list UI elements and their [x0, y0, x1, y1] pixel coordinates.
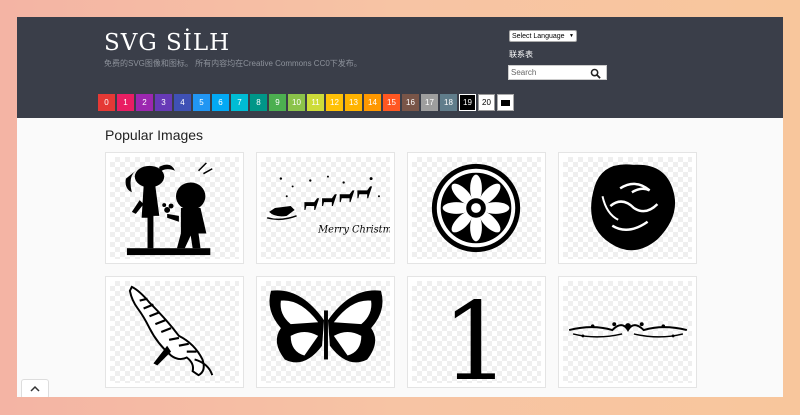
rose-icon	[591, 164, 676, 251]
image-card-butterfly[interactable]	[256, 276, 395, 388]
color-filter-label: 18	[444, 98, 453, 107]
image-thumbnail: Merry Christmas	[261, 157, 390, 259]
color-filter-20[interactable]: 20	[478, 94, 495, 111]
language-select-label: Select Language	[512, 32, 565, 40]
image-thumbnail	[563, 157, 692, 259]
image-thumbnail	[563, 281, 692, 383]
image-card-number-one[interactable]: 1	[407, 276, 546, 388]
color-filter-label: 0	[104, 98, 109, 107]
color-filter-label: 19	[463, 98, 472, 107]
search-input[interactable]	[511, 67, 587, 78]
section-title: Popular Images	[105, 127, 204, 143]
color-filter-2[interactable]: 2	[136, 94, 153, 111]
color-filter-0[interactable]: 0	[98, 94, 115, 111]
color-filter-6[interactable]: 6	[212, 94, 229, 111]
number-icon: 1	[442, 281, 511, 383]
color-filter-label: 6	[218, 98, 223, 107]
image-thumbnail	[110, 157, 239, 259]
color-filter-label: 14	[368, 98, 377, 107]
image-grid: Merry Christmas	[105, 152, 697, 388]
site-tagline: 免费的SVG图像和图标。 所有内容均在Creative Commons CC0下…	[104, 59, 362, 68]
color-filter-label: 1	[123, 98, 128, 107]
color-filter-12[interactable]: 12	[326, 94, 343, 111]
color-filter-label: 13	[349, 98, 358, 107]
color-filter-label: 16	[406, 98, 415, 107]
couple-icon	[125, 162, 213, 256]
chevron-up-icon	[30, 385, 40, 392]
language-select[interactable]: Select Language ▼	[509, 30, 577, 42]
color-filter-1[interactable]: 1	[117, 94, 134, 111]
color-filter-15[interactable]: 15	[383, 94, 400, 111]
color-filter-label: 12	[330, 98, 339, 107]
image-thumbnail	[261, 281, 390, 383]
image-thumbnail	[110, 281, 239, 383]
color-filter-14[interactable]: 14	[364, 94, 381, 111]
site-header: SVG SİLH 免费的SVG图像和图标。 所有内容均在Creative Com…	[17, 17, 783, 118]
image-thumbnail: 1	[412, 281, 541, 383]
butterfly-icon	[269, 290, 383, 363]
image-card-kids-silhouette[interactable]	[105, 152, 244, 264]
flourish-icon	[568, 322, 688, 338]
color-filter-bar: 0 1 2 3 4 5 6 7 8 9 10 11 12 13 14 15 16…	[98, 94, 514, 111]
image-card-flourish-divider[interactable]	[558, 276, 697, 388]
color-filter-13[interactable]: 13	[345, 94, 362, 111]
color-filter-label: 11	[311, 98, 320, 107]
merry-christmas-caption: Merry Christmas	[317, 225, 390, 236]
color-filter-17[interactable]: 17	[421, 94, 438, 111]
image-card-mandala[interactable]	[407, 152, 546, 264]
image-icon	[501, 99, 510, 106]
color-filter-label: 20	[482, 98, 491, 107]
color-filter-7[interactable]: 7	[231, 94, 248, 111]
color-filter-label: 10	[292, 98, 301, 107]
color-filter-label: 8	[256, 98, 261, 107]
image-filter-button[interactable]	[497, 94, 514, 111]
tiger-icon	[128, 285, 214, 377]
color-filter-label: 15	[387, 98, 396, 107]
color-filter-16[interactable]: 16	[402, 94, 419, 111]
color-filter-label: 5	[199, 98, 204, 107]
color-filter-4[interactable]: 4	[174, 94, 191, 111]
browser-page: SVG SİLH 免费的SVG图像和图标。 所有内容均在Creative Com…	[17, 17, 783, 397]
color-filter-label: 9	[275, 98, 280, 107]
scroll-to-top-button[interactable]	[21, 379, 49, 397]
color-filter-19[interactable]: 19	[459, 94, 476, 111]
image-card-tiger[interactable]	[105, 276, 244, 388]
search-icon[interactable]	[590, 68, 601, 79]
site-title[interactable]: SVG SİLH	[104, 30, 230, 56]
caret-down-icon: ▼	[569, 33, 574, 39]
search-box	[508, 65, 607, 80]
image-card-rose[interactable]	[558, 152, 697, 264]
color-filter-label: 3	[161, 98, 166, 107]
color-filter-label: 7	[237, 98, 242, 107]
image-card-merry-christmas[interactable]: Merry Christmas	[256, 152, 395, 264]
contact-link[interactable]: 联系表	[509, 49, 533, 60]
image-thumbnail	[412, 157, 541, 259]
color-filter-label: 17	[425, 98, 434, 107]
color-filter-18[interactable]: 18	[440, 94, 457, 111]
number-one-glyph: 1	[442, 281, 511, 383]
sleigh-icon: Merry Christmas	[266, 175, 390, 236]
color-filter-10[interactable]: 10	[288, 94, 305, 111]
color-filter-label: 2	[142, 98, 147, 107]
color-filter-8[interactable]: 8	[250, 94, 267, 111]
color-filter-3[interactable]: 3	[155, 94, 172, 111]
mandala-icon	[431, 163, 521, 253]
color-filter-5[interactable]: 5	[193, 94, 210, 111]
color-filter-9[interactable]: 9	[269, 94, 286, 111]
color-filter-11[interactable]: 11	[307, 94, 324, 111]
color-filter-label: 4	[180, 98, 185, 107]
